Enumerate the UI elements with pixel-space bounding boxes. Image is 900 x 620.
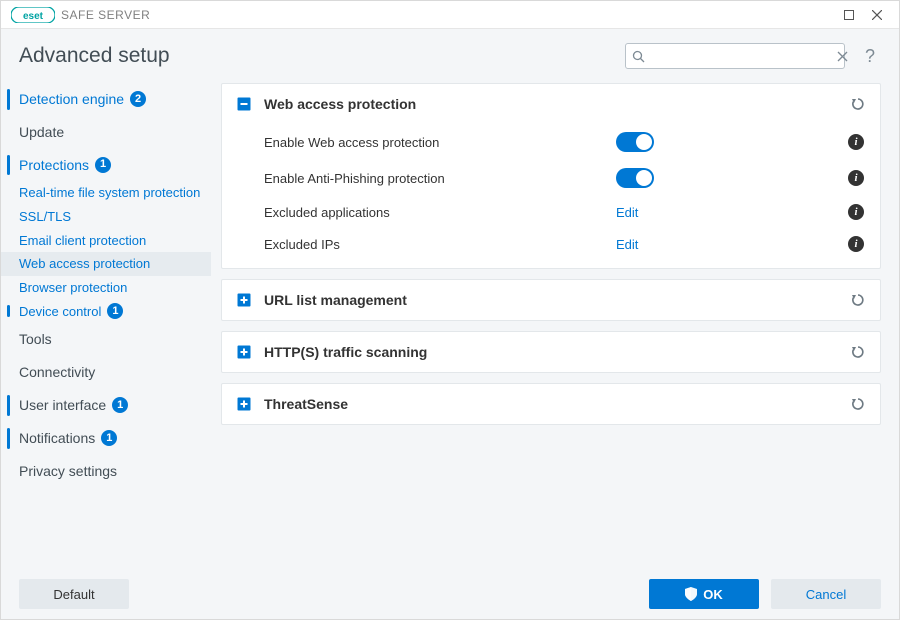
panel-title: ThreatSense [264, 396, 838, 412]
toggle-enable-web-access-protection[interactable] [616, 132, 654, 152]
sidebar-item-label: Email client protection [19, 233, 146, 249]
sidebar-item-protections[interactable]: Protections 1 [1, 149, 211, 182]
sidebar-item-notifications[interactable]: Notifications 1 [1, 422, 211, 455]
search-field[interactable] [625, 43, 845, 69]
edit-link-excluded-applications[interactable]: Edit [616, 205, 638, 220]
window-maximize-button[interactable] [835, 5, 863, 25]
info-icon[interactable]: i [848, 134, 864, 150]
panel-header-url-list-management[interactable]: URL list management [222, 280, 880, 320]
setting-row-enable-anti-phishing-protection: Enable Anti-Phishing protection i [264, 160, 866, 196]
setting-label: Enable Anti-Phishing protection [264, 171, 606, 186]
panel-http-s-traffic-scanning: HTTP(S) traffic scanning [221, 331, 881, 373]
setting-row-excluded-applications: Excluded applications Edit i [264, 196, 866, 228]
ok-button[interactable]: OK [649, 579, 759, 609]
panel-url-list-management: URL list management [221, 279, 881, 321]
info-icon[interactable]: i [848, 204, 864, 220]
eset-logo-icon: eset [11, 7, 55, 23]
setting-row-excluded-ips: Excluded IPs Edit i [264, 228, 866, 260]
setting-label: Excluded IPs [264, 237, 606, 252]
footer: Default OK Cancel [1, 569, 899, 619]
header-row: Advanced setup ? [1, 29, 899, 75]
expand-icon[interactable] [236, 344, 252, 360]
sidebar-item-ssl-tls[interactable]: SSL/TLS [1, 205, 211, 229]
title-bar: eset SAFE SERVER [1, 1, 899, 29]
setting-label: Enable Web access protection [264, 135, 606, 150]
clear-search-icon[interactable] [837, 51, 848, 62]
setting-row-enable-web-access-protection: Enable Web access protection i [264, 124, 866, 160]
sidebar-item-user-interface[interactable]: User interface 1 [1, 389, 211, 422]
edit-link-excluded-ips[interactable]: Edit [616, 237, 638, 252]
panel-title: HTTP(S) traffic scanning [264, 344, 838, 360]
sidebar-item-device-control[interactable]: Device control 1 [1, 299, 211, 323]
sidebar-item-label: Protections [19, 157, 89, 174]
panel-web-access-protection: Web access protection Enable Web access p… [221, 83, 881, 269]
shield-icon [685, 587, 697, 601]
sidebar: Detection engine 2 Update Protections 1 Real-… [1, 79, 211, 569]
sidebar-item-detection-engine[interactable]: Detection engine 2 [1, 83, 211, 116]
sidebar-item-label: Tools [19, 331, 52, 348]
revert-icon[interactable] [850, 292, 866, 308]
content-area: Web access protection Enable Web access p… [211, 79, 899, 569]
sidebar-item-update[interactable]: Update [1, 116, 211, 149]
cancel-button[interactable]: Cancel [771, 579, 881, 609]
sidebar-item-badge: 1 [101, 430, 117, 446]
sidebar-item-label: Connectivity [19, 364, 95, 381]
window-close-button[interactable] [863, 5, 891, 25]
info-icon[interactable]: i [848, 236, 864, 252]
search-icon [632, 50, 645, 63]
sidebar-item-label: Web access protection [19, 256, 150, 272]
sidebar-item-label: Detection engine [19, 91, 124, 108]
sidebar-item-label: Real-time file system protection [19, 185, 200, 201]
revert-icon[interactable] [850, 344, 866, 360]
brand: eset SAFE SERVER [11, 7, 150, 23]
sidebar-item-label: Notifications [19, 430, 95, 447]
svg-text:eset: eset [23, 11, 44, 22]
expand-icon[interactable] [236, 292, 252, 308]
sidebar-item-label: Update [19, 124, 64, 141]
panel-header-threatsense[interactable]: ThreatSense [222, 384, 880, 424]
revert-icon[interactable] [850, 396, 866, 412]
help-button[interactable]: ? [859, 46, 881, 67]
search-input[interactable] [651, 48, 831, 65]
panel-title: URL list management [264, 292, 838, 308]
page-title: Advanced setup [19, 44, 611, 68]
panel-threatsense: ThreatSense [221, 383, 881, 425]
sidebar-item-label: Browser protection [19, 280, 127, 296]
sidebar-item-email-client-protection[interactable]: Email client protection [1, 229, 211, 253]
info-icon[interactable]: i [848, 170, 864, 186]
sidebar-item-connectivity[interactable]: Connectivity [1, 356, 211, 389]
collapse-icon[interactable] [236, 96, 252, 112]
panel-header-http-s-traffic-scanning[interactable]: HTTP(S) traffic scanning [222, 332, 880, 372]
sidebar-item-tools[interactable]: Tools [1, 323, 211, 356]
sidebar-item-real-time-file-system-protection[interactable]: Real-time file system protection [1, 181, 211, 205]
default-button[interactable]: Default [19, 579, 129, 609]
setting-label: Excluded applications [264, 205, 606, 220]
panel-header-web-access-protection[interactable]: Web access protection [222, 84, 880, 124]
expand-icon[interactable] [236, 396, 252, 412]
sidebar-item-label: Privacy settings [19, 463, 117, 480]
panel-body: Enable Web access protectioniEnable Anti… [222, 124, 880, 268]
sidebar-item-label: SSL/TLS [19, 209, 71, 225]
sidebar-item-badge: 1 [95, 157, 111, 173]
product-name: SAFE SERVER [61, 8, 150, 22]
sidebar-item-label: Device control [19, 304, 101, 320]
sidebar-item-privacy-settings[interactable]: Privacy settings [1, 455, 211, 488]
ok-button-label: OK [703, 587, 723, 602]
sidebar-item-badge: 2 [130, 91, 146, 107]
sidebar-item-badge: 1 [107, 303, 123, 319]
sidebar-item-browser-protection[interactable]: Browser protection [1, 276, 211, 300]
sidebar-item-label: User interface [19, 397, 106, 414]
sidebar-item-badge: 1 [112, 397, 128, 413]
panel-title: Web access protection [264, 96, 838, 112]
toggle-enable-anti-phishing-protection[interactable] [616, 168, 654, 188]
revert-icon[interactable] [850, 96, 866, 112]
sidebar-item-web-access-protection[interactable]: Web access protection [1, 252, 211, 276]
